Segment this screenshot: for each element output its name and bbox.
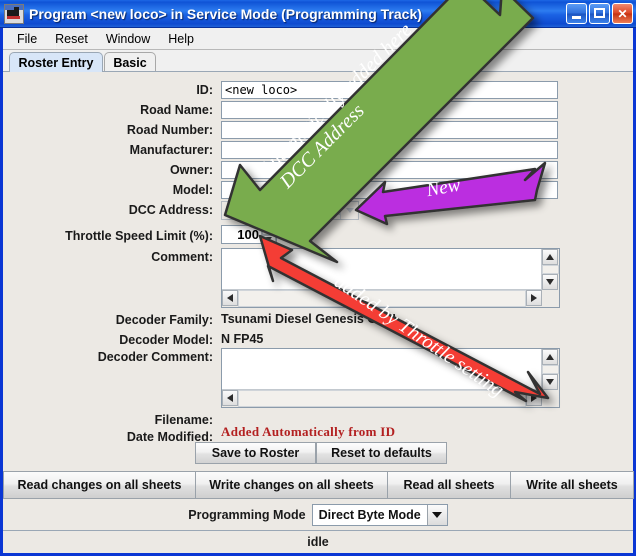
scroll-track[interactable] [542,265,559,274]
sheet-actions-bar: Read changes on all sheets Write changes… [3,471,634,499]
label-comment: Comment: [151,250,213,264]
tab-roster-entry[interactable]: Roster Entry [9,52,103,72]
chevron-down-icon [340,202,358,219]
scrollbar-corner [542,390,559,407]
window-controls: ✕ [566,3,633,24]
close-button[interactable]: ✕ [612,3,633,24]
scroll-track[interactable] [542,365,559,374]
scroll-left-icon[interactable] [222,390,238,406]
spinner-buttons[interactable] [261,226,276,243]
input-road-number[interactable] [221,121,558,139]
auto-added-note: Added Automatically from ID [221,424,396,439]
label-throttle-speed-limit: Throttle Speed Limit (%): [65,229,213,243]
maximize-button[interactable] [589,3,610,24]
tab-strip: Roster Entry Basic [3,50,633,72]
label-manufacturer: Manufacturer: [129,143,213,157]
label-road-name: Road Name: [140,103,213,117]
label-decoder-family: Decoder Family: [115,313,213,327]
title-bar: Program <new loco> in Service Mode (Prog… [0,0,636,28]
input-manufacturer[interactable] [221,141,558,159]
label-road-number: Road Number: [126,123,213,137]
input-id[interactable]: <new loco> [221,81,558,99]
chevron-down-icon[interactable] [426,504,447,525]
programming-mode-bar: Programming Mode Direct Byte Mode [3,499,633,531]
menu-item-window[interactable]: Window [97,30,159,48]
programming-mode-select[interactable]: Direct Byte Mode [311,503,448,526]
scroll-left-icon[interactable] [222,290,238,306]
input-owner[interactable] [221,161,558,179]
throttle-speed-limit-value: 100 [237,227,259,242]
menu-item-file[interactable]: File [8,30,46,48]
read-changes-all-sheets-button[interactable]: Read changes on all sheets [3,471,196,499]
label-decoder-comment: Decoder Comment: [97,350,213,364]
select-dcc-address-mode-value: DCC Short [278,203,342,218]
label-decoder-model: Decoder Model: [119,333,213,347]
input-dcc-address[interactable]: 3 [221,201,269,220]
input-road-name[interactable] [221,101,558,119]
application-window: Program <new loco> in Service Mode (Prog… [0,0,636,556]
value-decoder-family: Tsunami Diesel Genesis OEM [221,312,396,326]
label-filename: Filename: [154,413,213,427]
label-owner: Owner: [169,163,213,177]
write-all-sheets-button[interactable]: Write all sheets [510,471,634,499]
write-changes-all-sheets-button[interactable]: Write changes on all sheets [195,471,388,499]
comment-text[interactable] [222,249,542,290]
decoder-comment-vertical-scrollbar[interactable] [541,349,559,390]
spinner-down-icon[interactable] [262,234,276,243]
scrollbar-corner [542,290,559,307]
input-throttle-speed-limit[interactable]: 100 [221,225,277,244]
roster-entry-panel: ID: Road Name: Road Number: Manufacturer… [3,71,633,471]
label-model: Model: [172,183,213,197]
scroll-up-icon[interactable] [542,249,558,265]
scroll-right-icon[interactable] [526,290,542,306]
locomotive-icon [4,3,24,24]
input-decoder-comment[interactable] [221,348,560,408]
scroll-track[interactable] [238,290,526,307]
input-comment[interactable] [221,248,560,308]
close-icon: ✕ [617,6,628,21]
input-model[interactable] [221,181,558,199]
label-date-modified: Date Modified: [126,430,213,444]
save-to-roster-button[interactable]: Save to Roster [195,442,316,464]
read-all-sheets-button[interactable]: Read all sheets [387,471,511,499]
scroll-down-icon[interactable] [542,374,558,390]
decoder-comment-horizontal-scrollbar[interactable] [222,389,542,407]
reset-to-defaults-button[interactable]: Reset to defaults [316,442,447,464]
scroll-track[interactable] [238,390,526,407]
scroll-right-icon[interactable] [526,390,542,406]
value-decoder-model: N FP45 [221,332,264,346]
comment-vertical-scrollbar[interactable] [541,249,559,290]
tab-basic[interactable]: Basic [104,52,156,72]
scroll-up-icon[interactable] [542,349,558,365]
spinner-up-icon[interactable] [262,226,276,235]
label-dcc-address: DCC Address: [128,203,213,217]
window-title: Program <new loco> in Service Mode (Prog… [29,5,422,22]
minimize-button[interactable] [566,3,587,24]
select-dcc-address-mode[interactable]: DCC Short [273,201,359,220]
scroll-down-icon[interactable] [542,274,558,290]
label-id: ID: [196,83,213,97]
status-bar: idle [3,531,633,553]
programming-mode-value: Direct Byte Mode [318,507,421,522]
menu-bar: File Reset Window Help [3,28,633,50]
menu-item-reset[interactable]: Reset [46,30,97,48]
menu-item-help[interactable]: Help [159,30,203,48]
decoder-comment-text[interactable] [222,349,542,390]
comment-horizontal-scrollbar[interactable] [222,289,542,307]
programming-mode-label: Programming Mode [188,507,306,522]
